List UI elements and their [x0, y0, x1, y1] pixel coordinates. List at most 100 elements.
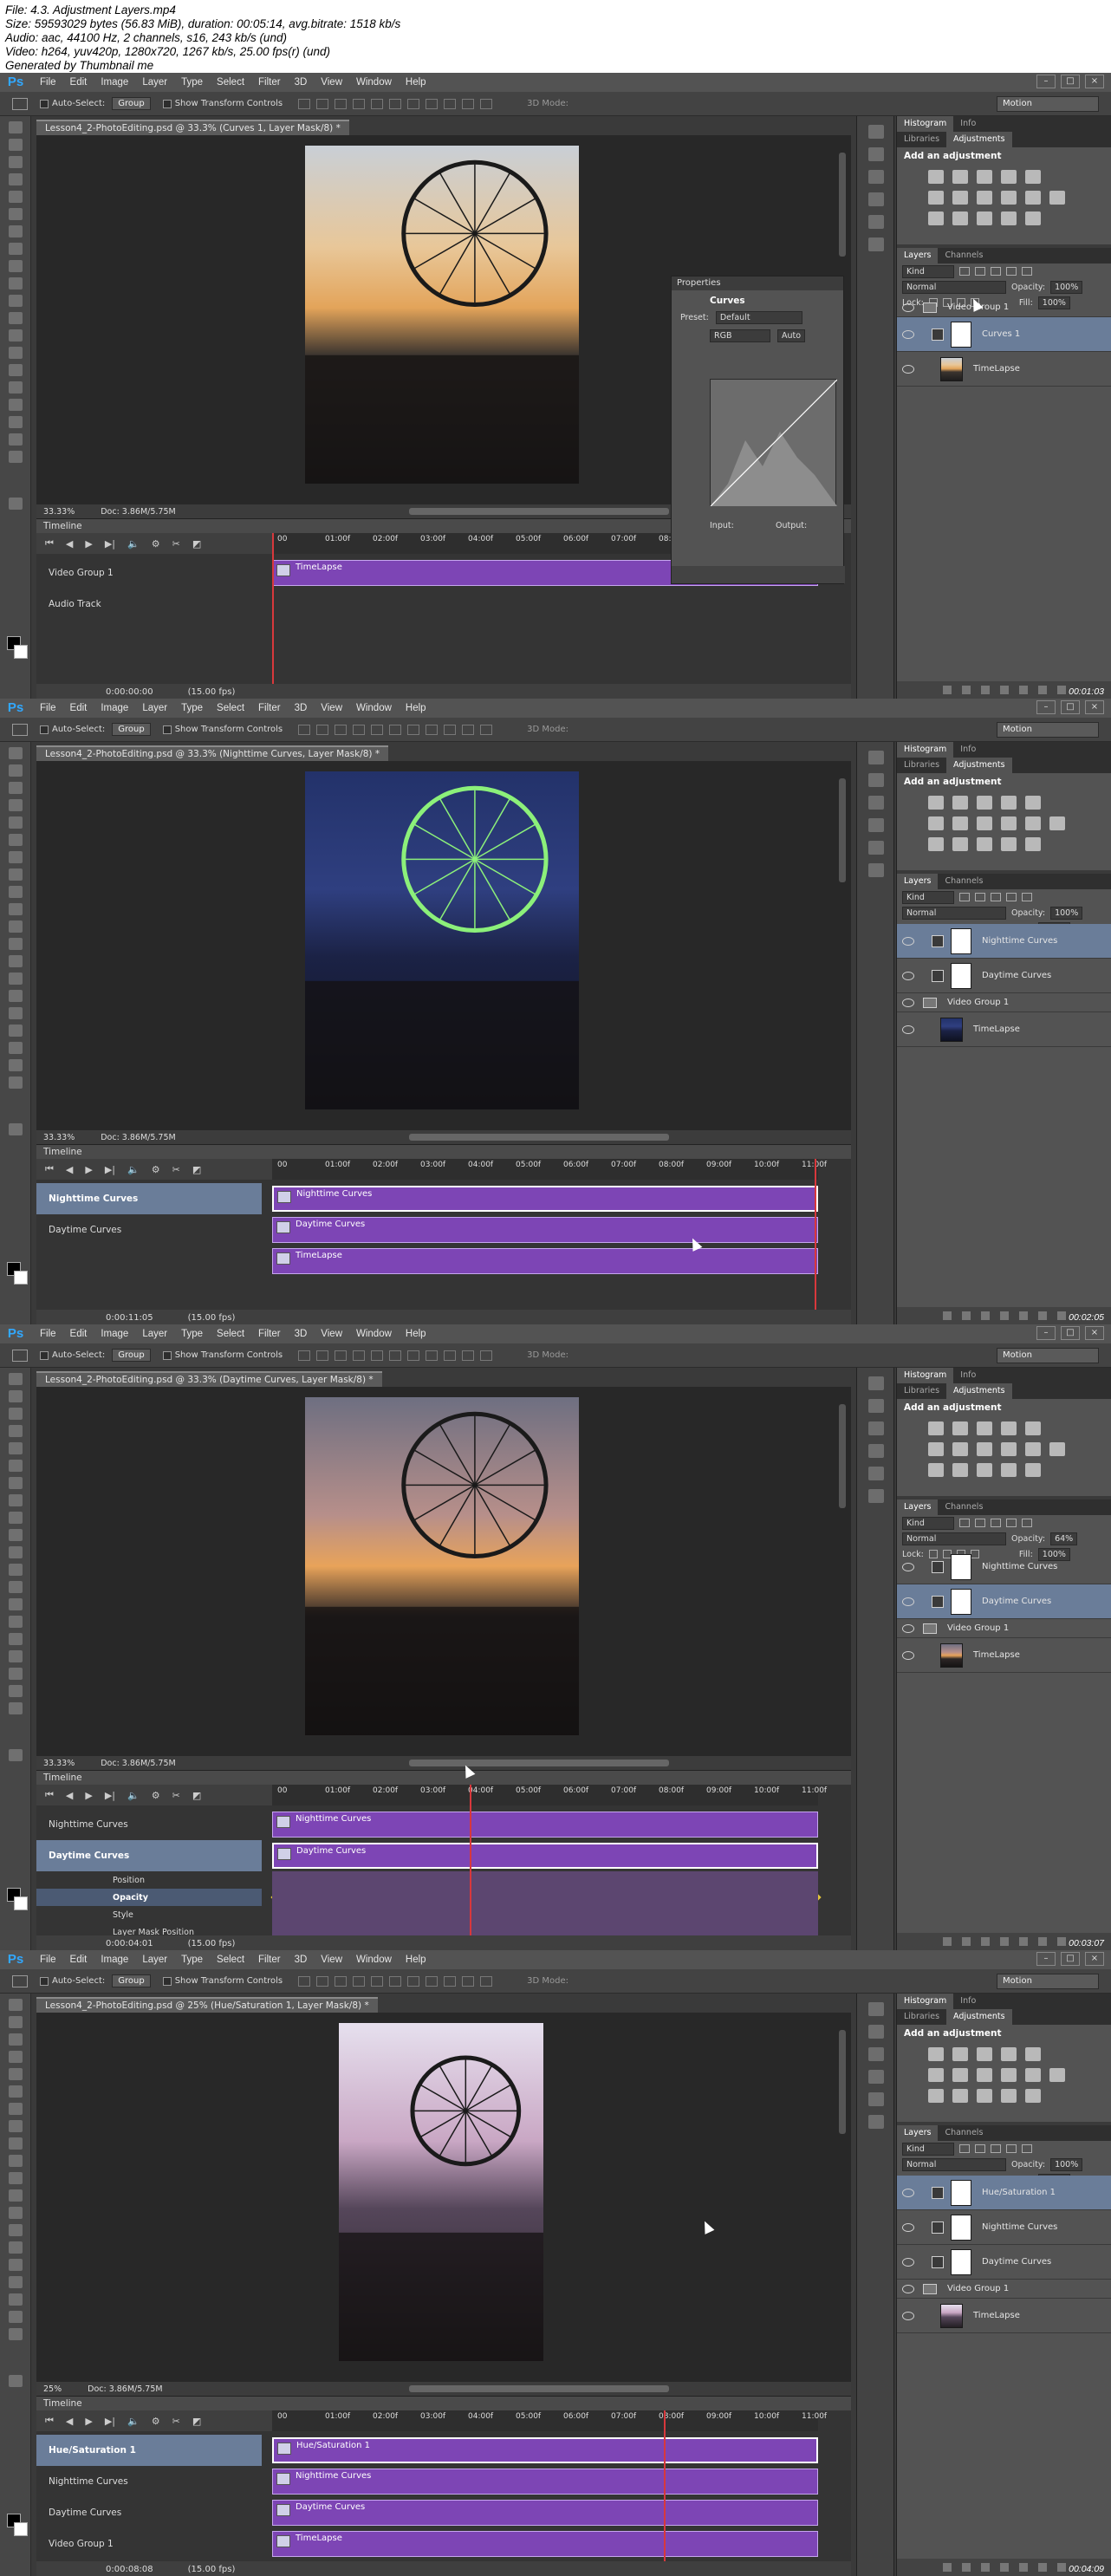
threshold-icon[interactable]: [977, 1463, 992, 1477]
gradient-tool-icon[interactable]: [9, 1564, 23, 1576]
levels-icon[interactable]: [952, 2047, 968, 2061]
horizontal-scrollbar[interactable]: [409, 508, 669, 515]
timeline-ruler[interactable]: 00 01:00f 02:00f 03:00f 04:00f 05:00f 06:00f 07…: [272, 2410, 827, 2431]
prev-frame-icon[interactable]: ◀: [66, 538, 73, 550]
crop-tool-icon[interactable]: [9, 816, 23, 829]
track-label[interactable]: Daytime Curves: [36, 1840, 262, 1871]
auto-select-checkbox[interactable]: [40, 1976, 49, 1986]
healing-tool-icon[interactable]: [9, 225, 23, 237]
character-icon[interactable]: [868, 1467, 884, 1480]
quick-mask-icon[interactable]: [9, 2375, 23, 2387]
track-label[interactable]: Nighttime Curves: [36, 1183, 262, 1214]
path-select-tool-icon[interactable]: [9, 2276, 23, 2288]
character-icon[interactable]: [868, 841, 884, 855]
curves-icon[interactable]: [977, 1421, 992, 1435]
color-lookup-icon[interactable]: [1049, 1442, 1065, 1456]
vibrance-icon[interactable]: [1025, 1421, 1041, 1435]
close-button[interactable]: ×: [1085, 75, 1104, 88]
align-middle-icon[interactable]: [316, 1350, 329, 1361]
visibility-eye-icon[interactable]: [902, 2188, 914, 2197]
vertical-scrollbar[interactable]: [839, 153, 846, 257]
audio-icon[interactable]: 🔈: [127, 1790, 140, 1801]
preset-select[interactable]: Default: [715, 311, 802, 324]
brightness-icon[interactable]: [928, 796, 944, 810]
menu-type[interactable]: Type: [181, 1955, 203, 1965]
visibility-eye-icon[interactable]: [902, 2284, 914, 2293]
distribute-icon[interactable]: [444, 724, 457, 735]
group-select[interactable]: Group: [112, 1974, 151, 1987]
track-property[interactable]: Position: [36, 1871, 262, 1889]
brush-preset-icon[interactable]: [868, 1421, 884, 1435]
brightness-icon[interactable]: [928, 2047, 944, 2061]
tab-histogram[interactable]: Histogram: [897, 116, 954, 132]
menu-view[interactable]: View: [321, 703, 342, 713]
tab-info[interactable]: Info: [953, 1368, 983, 1383]
track-label[interactable]: Video Group 1: [36, 557, 262, 589]
play-icon[interactable]: ▶: [85, 1790, 92, 1801]
menu-help[interactable]: Help: [406, 1329, 426, 1339]
split-icon[interactable]: ✂: [172, 2416, 180, 2427]
layer-mask-thumbnail[interactable]: [951, 2214, 971, 2241]
menu-view[interactable]: View: [321, 77, 342, 88]
visibility-eye-icon[interactable]: [902, 998, 914, 1007]
menu-edit[interactable]: Edit: [70, 1329, 88, 1339]
opacity-input[interactable]: 100%: [1050, 2157, 1083, 2171]
hand-tool-icon[interactable]: [9, 1685, 23, 1697]
layer-row[interactable]: TimeLapse: [897, 1638, 1111, 1673]
add-mask-icon[interactable]: [981, 1937, 990, 1946]
3d-icon[interactable]: [868, 237, 884, 251]
timeline-clip[interactable]: Daytime Curves: [272, 1217, 818, 1243]
link-icon[interactable]: [943, 1311, 952, 1320]
visibility-eye-icon[interactable]: [902, 1597, 914, 1606]
minimize-button[interactable]: –: [1036, 1326, 1056, 1340]
audio-icon[interactable]: 🔈: [127, 538, 140, 550]
timeline-clip[interactable]: Daytime Curves: [272, 1843, 818, 1869]
tab-libraries[interactable]: Libraries: [897, 758, 946, 773]
tab-libraries[interactable]: Libraries: [897, 132, 946, 147]
lasso-tool-icon[interactable]: [9, 782, 23, 794]
align-bottom-icon[interactable]: [335, 98, 348, 109]
curves-graph[interactable]: [710, 379, 838, 507]
filter-shape-icon[interactable]: [1006, 1519, 1017, 1527]
zoom-tool-icon[interactable]: [9, 1702, 23, 1714]
prev-frame-icon[interactable]: ◀: [66, 1790, 73, 1801]
align-bottom-icon[interactable]: [335, 1975, 348, 1987]
close-button[interactable]: ×: [1085, 1952, 1104, 1966]
track-label[interactable]: Nighttime Curves: [36, 2466, 262, 2497]
black-white-icon[interactable]: [977, 191, 992, 205]
new-group-icon[interactable]: [1019, 686, 1028, 694]
tab-info[interactable]: Info: [953, 1994, 983, 2009]
blur-tool-icon[interactable]: [9, 329, 23, 342]
zoom-tool-icon[interactable]: [9, 451, 23, 463]
threshold-icon[interactable]: [977, 211, 992, 225]
pen-tool-icon[interactable]: [9, 990, 23, 1002]
menu-3d[interactable]: 3D: [295, 77, 308, 88]
layer-row[interactable]: TimeLapse: [897, 2299, 1111, 2333]
workspace-select[interactable]: Motion: [997, 1348, 1099, 1363]
split-icon[interactable]: ✂: [172, 538, 180, 550]
channel-mixer-icon[interactable]: [1025, 191, 1041, 205]
hand-tool-icon[interactable]: [9, 2311, 23, 2323]
visibility-eye-icon[interactable]: [902, 1623, 914, 1633]
eraser-tool-icon[interactable]: [9, 920, 23, 933]
layer-row[interactable]: TimeLapse: [897, 352, 1111, 387]
gradient-tool-icon[interactable]: [9, 312, 23, 324]
align-top-icon[interactable]: [298, 724, 311, 735]
trash-icon[interactable]: [1057, 1937, 1066, 1946]
history-icon[interactable]: [868, 125, 884, 139]
hue-saturation-icon[interactable]: [928, 816, 944, 830]
invert-icon[interactable]: [928, 2089, 944, 2103]
lasso-tool-icon[interactable]: [9, 2033, 23, 2046]
invert-icon[interactable]: [928, 837, 944, 851]
brush-preset-icon[interactable]: [868, 170, 884, 184]
hue-saturation-icon[interactable]: [928, 191, 944, 205]
menu-filter[interactable]: Filter: [258, 703, 281, 713]
quick-mask-icon[interactable]: [9, 1749, 23, 1761]
track-label[interactable]: Daytime Curves: [36, 1214, 262, 1246]
align-center-icon[interactable]: [371, 1350, 384, 1361]
show-transform-checkbox[interactable]: [162, 1976, 172, 1986]
layer-group[interactable]: Video Group 1: [897, 298, 1111, 317]
close-button[interactable]: ×: [1085, 1326, 1104, 1340]
distribute-icon[interactable]: [426, 1350, 439, 1361]
filter-pixel-icon[interactable]: [959, 1519, 970, 1527]
